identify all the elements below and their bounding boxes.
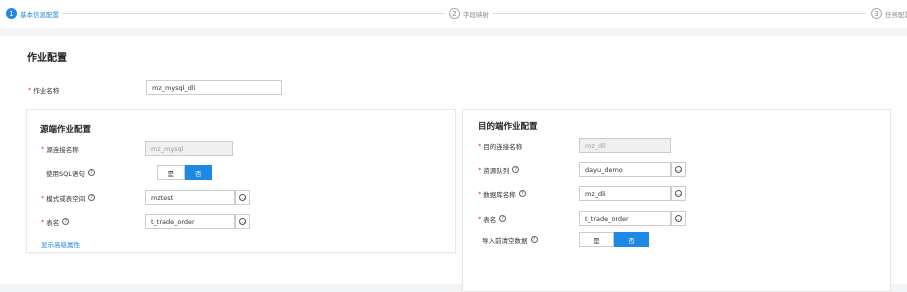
- use-sql-yes-option[interactable]: 是: [157, 165, 185, 180]
- step-number: 3: [871, 8, 882, 19]
- use-sql-label: 使用SQL语句 ?: [46, 165, 95, 180]
- required-mark: *: [478, 214, 482, 223]
- help-icon[interactable]: ?: [530, 236, 538, 243]
- required-mark: *: [478, 141, 482, 150]
- dest-conn-label: * 目的连接名称: [478, 138, 522, 153]
- required-mark: *: [478, 165, 482, 174]
- schema-label: * 模式或表空间 ?: [41, 190, 96, 205]
- database-input[interactable]: mz_dli: [579, 186, 671, 201]
- clear-before-import-label: 导入前清空数据 ?: [482, 232, 538, 247]
- job-name-label-text: 作业名称: [33, 86, 60, 95]
- step-bar: 1 基本信息配置 2 字段映射 3 任务配置: [0, 0, 907, 28]
- step-label: 任务配置: [885, 10, 907, 19]
- schema-select-button[interactable]: …: [235, 190, 250, 205]
- source-conn-label: * 源连接名称: [41, 141, 79, 156]
- dest-table-label-text: 表名: [483, 215, 497, 224]
- source-conn-label-text: 源连接名称: [46, 145, 79, 154]
- source-table-label-text: 表名: [46, 218, 60, 227]
- more-icon: …: [675, 214, 682, 222]
- step-label: 基本信息配置: [20, 10, 59, 19]
- dest-table-label: * 表名 ?: [478, 211, 507, 226]
- queue-input[interactable]: dayu_demo: [579, 162, 671, 177]
- source-config-card: 源端作业配置 * 源连接名称 mz_mysql 使用SQL语句 ? 是 否 * …: [26, 109, 456, 253]
- dest-conn-label-text: 目的连接名称: [483, 142, 523, 151]
- use-sql-toggle[interactable]: 是 否: [157, 165, 212, 180]
- more-icon: …: [675, 189, 682, 197]
- more-icon: …: [239, 193, 246, 201]
- step-field-mapping[interactable]: 2 字段映射: [449, 8, 489, 19]
- queue-label-text: 资源队列: [483, 166, 510, 175]
- help-icon[interactable]: ?: [512, 166, 520, 173]
- step-number: 2: [449, 8, 460, 19]
- clear-yes-option[interactable]: 是: [579, 232, 614, 247]
- queue-select-button[interactable]: …: [671, 162, 686, 177]
- step-divider: [492, 13, 866, 14]
- help-icon[interactable]: ?: [87, 169, 95, 176]
- schema-label-text: 模式或表空间: [46, 194, 86, 203]
- dest-config-card: 目的端作业配置 * 目的连接名称 mz_dli * 资源队列 ? dayu_de…: [462, 109, 891, 292]
- job-name-label: * 作业名称: [28, 82, 59, 97]
- help-icon[interactable]: ?: [88, 194, 96, 201]
- database-label: * 数据库名称 ?: [478, 186, 526, 201]
- dest-table-select-button[interactable]: …: [671, 211, 686, 226]
- required-mark: *: [41, 217, 45, 226]
- source-conn-input: mz_mysql: [145, 141, 233, 156]
- step-divider: [62, 13, 444, 14]
- required-mark: *: [28, 85, 32, 94]
- dest-title: 目的端作业配置: [478, 122, 538, 132]
- step-label: 字段映射: [463, 10, 489, 19]
- help-icon[interactable]: ?: [518, 190, 526, 197]
- step-basic-info[interactable]: 1 基本信息配置: [6, 8, 59, 19]
- more-icon: …: [675, 165, 682, 173]
- more-icon: …: [239, 217, 246, 225]
- clear-no-option[interactable]: 否: [614, 232, 649, 247]
- main-panel: 作业配置 * 作业名称 mz_mysql_dli 源端作业配置 * 源连接名称 …: [5, 36, 907, 292]
- help-icon[interactable]: ?: [499, 215, 507, 222]
- dest-table-input[interactable]: t_trade_order: [579, 211, 671, 226]
- clear-before-import-toggle[interactable]: 是 否: [579, 232, 649, 247]
- source-title: 源端作业配置: [40, 125, 92, 135]
- clear-before-import-label-text: 导入前清空数据: [482, 236, 528, 245]
- help-icon[interactable]: ?: [62, 218, 70, 225]
- step-number: 1: [6, 8, 17, 19]
- required-mark: *: [41, 193, 45, 202]
- queue-label: * 资源队列 ?: [478, 162, 520, 177]
- database-label-text: 数据库名称: [483, 190, 516, 199]
- job-name-input[interactable]: mz_mysql_dli: [146, 80, 282, 95]
- step-task-config[interactable]: 3 任务配置: [871, 8, 907, 19]
- use-sql-label-text: 使用SQL语句: [46, 169, 85, 178]
- dest-conn-input: mz_dli: [579, 138, 671, 153]
- page-title: 作业配置: [27, 53, 67, 64]
- source-table-select-button[interactable]: …: [235, 214, 250, 229]
- required-mark: *: [41, 144, 45, 153]
- required-mark: *: [478, 189, 482, 198]
- schema-input[interactable]: mztest: [145, 190, 235, 205]
- database-select-button[interactable]: …: [671, 186, 686, 201]
- source-table-input[interactable]: t_trade_order: [145, 214, 235, 229]
- use-sql-no-option[interactable]: 否: [184, 165, 212, 180]
- source-table-label: * 表名 ?: [41, 214, 70, 229]
- show-advanced-link[interactable]: 显示高级属性: [41, 239, 80, 249]
